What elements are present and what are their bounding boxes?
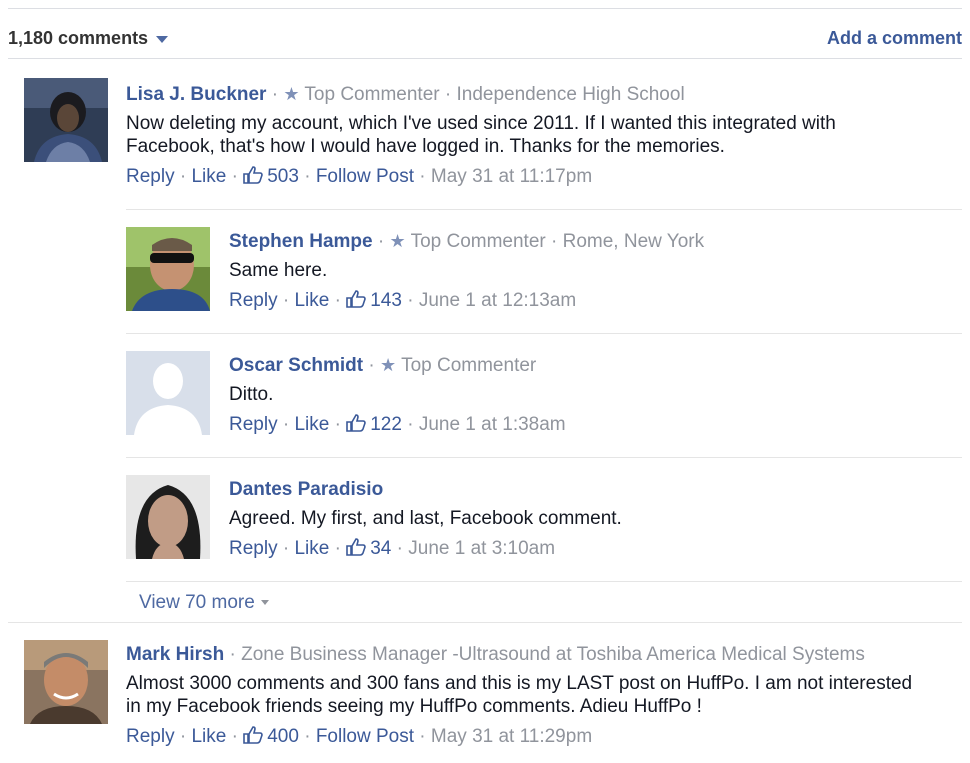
- like-link[interactable]: Like: [191, 726, 226, 747]
- avatar[interactable]: [126, 475, 210, 559]
- like-count[interactable]: 503: [243, 166, 299, 187]
- avatar[interactable]: [24, 640, 108, 724]
- reply-link[interactable]: Reply: [229, 538, 278, 559]
- avatar[interactable]: [126, 227, 210, 311]
- commenter-name[interactable]: Mark Hirsh: [126, 644, 224, 665]
- comment-text: Almost 3000 comments and 300 fans and th…: [126, 673, 913, 717]
- comments-header: 1,180 comments Add a comment: [8, 18, 962, 59]
- caret-down-icon: [260, 600, 269, 606]
- avatar[interactable]: [126, 351, 210, 435]
- divider: [126, 333, 962, 334]
- reply-link[interactable]: Reply: [126, 726, 175, 747]
- like-count[interactable]: 143: [346, 290, 402, 311]
- avatar[interactable]: [24, 78, 108, 162]
- like-count[interactable]: 122: [346, 414, 402, 435]
- timestamp[interactable]: June 1 at 3:10am: [408, 538, 555, 559]
- like-count[interactable]: 34: [346, 538, 391, 559]
- view-more-replies[interactable]: View 70 more: [139, 592, 269, 614]
- comment-text: Now deleting my account, which I've used…: [126, 113, 836, 157]
- star-icon: ★: [283, 84, 300, 104]
- comment-count: 1,180 comments: [8, 28, 149, 48]
- like-count[interactable]: 400: [243, 726, 299, 747]
- commenter-subtitle: Independence High School: [456, 84, 685, 105]
- divider: [126, 581, 962, 582]
- reply-link[interactable]: Reply: [126, 166, 175, 187]
- thumbs-up-icon: [346, 538, 367, 556]
- like-link[interactable]: Like: [294, 414, 329, 435]
- star-icon: ★: [389, 231, 406, 251]
- commenter-name[interactable]: Lisa J. Buckner: [126, 84, 266, 105]
- divider: [126, 209, 962, 210]
- top-commenter-label: Top Commenter: [401, 355, 537, 376]
- commenter-name[interactable]: Stephen Hampe: [229, 231, 373, 252]
- like-link[interactable]: Like: [191, 166, 226, 187]
- timestamp[interactable]: May 31 at 11:17pm: [431, 166, 592, 187]
- comment-count-sort[interactable]: 1,180 comments: [8, 28, 169, 49]
- follow-post-link[interactable]: Follow Post: [316, 726, 414, 747]
- top-divider: [8, 8, 962, 9]
- like-link[interactable]: Like: [294, 290, 329, 311]
- star-icon: ★: [380, 355, 397, 375]
- caret-down-icon[interactable]: [156, 35, 169, 43]
- commenter-subtitle: Rome, New York: [562, 231, 705, 252]
- commenter-name[interactable]: Oscar Schmidt: [229, 355, 363, 376]
- divider: [8, 622, 962, 623]
- top-commenter-label: Top Commenter: [304, 84, 440, 105]
- like-link[interactable]: Like: [294, 538, 329, 559]
- top-commenter-label: Top Commenter: [410, 231, 546, 252]
- commenter-subtitle: Zone Business Manager -Ultrasound at Tos…: [241, 644, 865, 665]
- thumbs-up-icon: [243, 726, 264, 744]
- thumbs-up-icon: [346, 414, 367, 432]
- follow-post-link[interactable]: Follow Post: [316, 166, 414, 187]
- timestamp[interactable]: May 31 at 11:29pm: [431, 726, 592, 747]
- commenter-name[interactable]: Dantes Paradisio: [229, 479, 383, 500]
- timestamp[interactable]: June 1 at 1:38am: [419, 414, 566, 435]
- thumbs-up-icon: [346, 290, 367, 308]
- add-comment-link[interactable]: Add a comment: [827, 28, 962, 49]
- thumbs-up-icon: [243, 166, 264, 184]
- reply-link[interactable]: Reply: [229, 290, 278, 311]
- comment-text: Same here.: [229, 260, 328, 281]
- comment-text: Agreed. My first, and last, Facebook com…: [229, 508, 622, 529]
- view-more-label: View 70 more: [139, 592, 255, 613]
- reply-link[interactable]: Reply: [229, 414, 278, 435]
- timestamp[interactable]: June 1 at 12:13am: [419, 290, 576, 311]
- divider: [126, 457, 962, 458]
- comment-text: Ditto.: [229, 384, 274, 405]
